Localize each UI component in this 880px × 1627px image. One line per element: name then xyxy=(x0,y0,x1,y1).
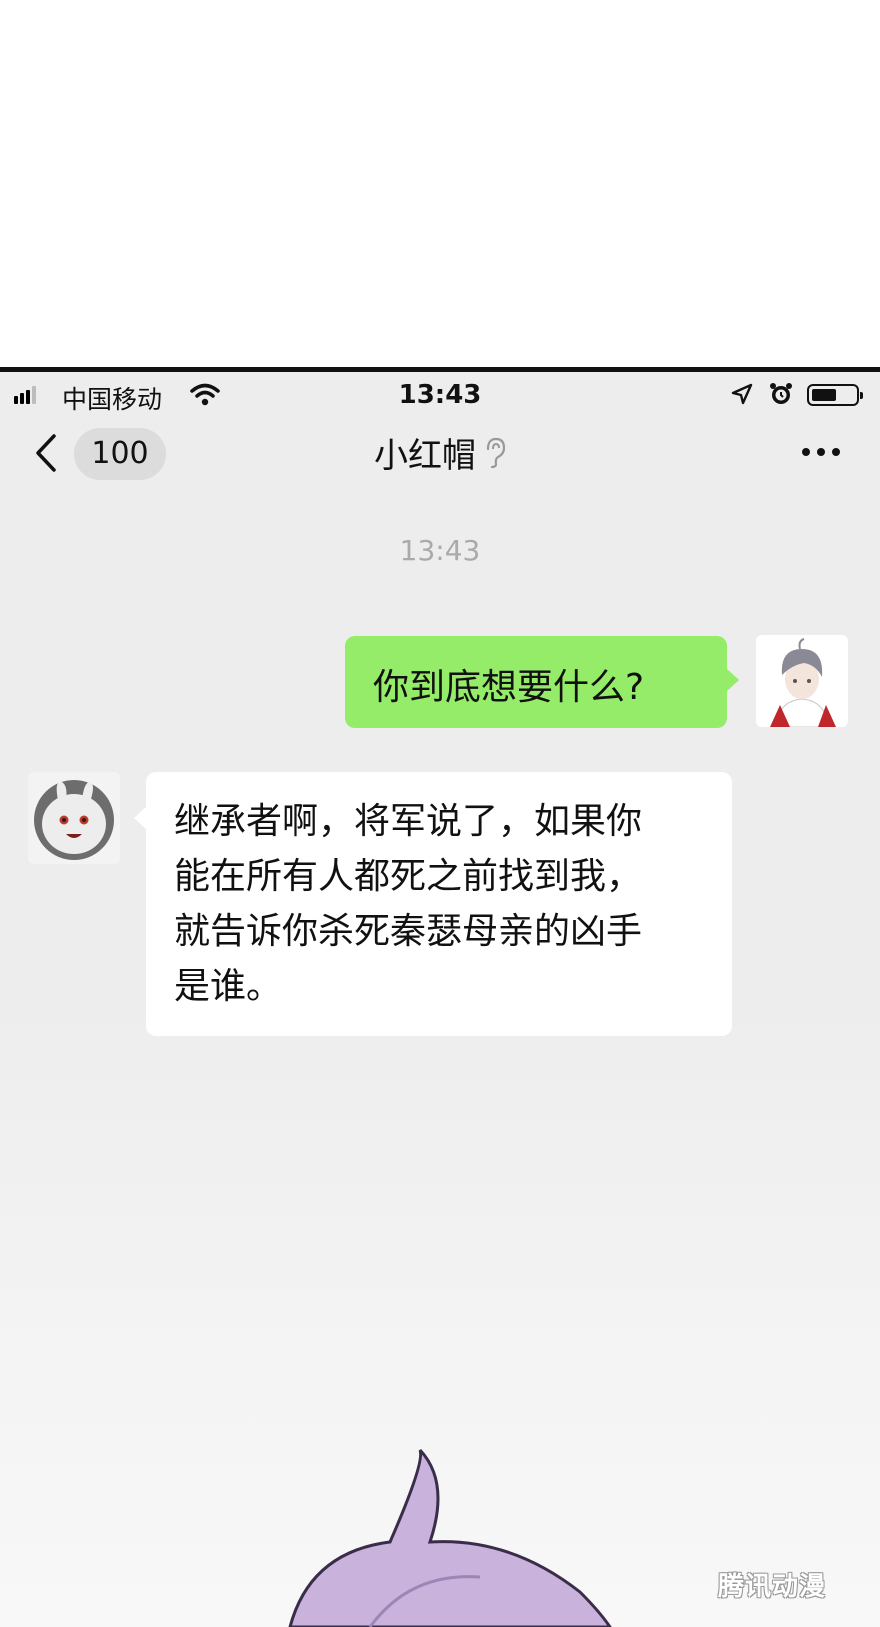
my-avatar[interactable] xyxy=(756,635,848,727)
message-line: 是谁。 xyxy=(174,966,283,1007)
phone-screen: 中国移动 13:43 100 小红帽 13:43 你到底想要什么? 继承者啊，将… xyxy=(0,372,880,1627)
message-line: 继承者啊，将军说了，如果你 xyxy=(174,801,643,842)
chat-title: 小红帽 xyxy=(0,428,880,478)
ear-icon xyxy=(484,437,506,478)
character-hair-illustration xyxy=(288,1448,612,1627)
my-message-bubble[interactable]: 你到底想要什么? xyxy=(345,636,739,728)
watermark-logo: 腾讯动漫 xyxy=(718,1572,827,1602)
message-line: 能在所有人都死之前找到我， xyxy=(174,856,643,897)
message-line: 就告诉你杀死秦瑟母亲的凶手 xyxy=(174,911,643,952)
battery-icon xyxy=(807,384,863,406)
status-bar: 中国移动 13:43 xyxy=(0,372,880,418)
comic-panel-top xyxy=(0,0,880,367)
alarm-icon xyxy=(768,381,794,411)
chat-header: 100 小红帽 xyxy=(0,418,880,488)
contact-avatar[interactable] xyxy=(28,772,120,864)
contact-name: 小红帽 xyxy=(374,436,476,476)
location-icon xyxy=(730,382,754,410)
contact-message-bubble[interactable]: 继承者啊，将军说了，如果你 能在所有人都死之前找到我， 就告诉你杀死秦瑟母亲的凶… xyxy=(134,772,732,1036)
message-timestamp: 13:43 xyxy=(399,534,481,567)
more-icon[interactable] xyxy=(802,448,840,456)
